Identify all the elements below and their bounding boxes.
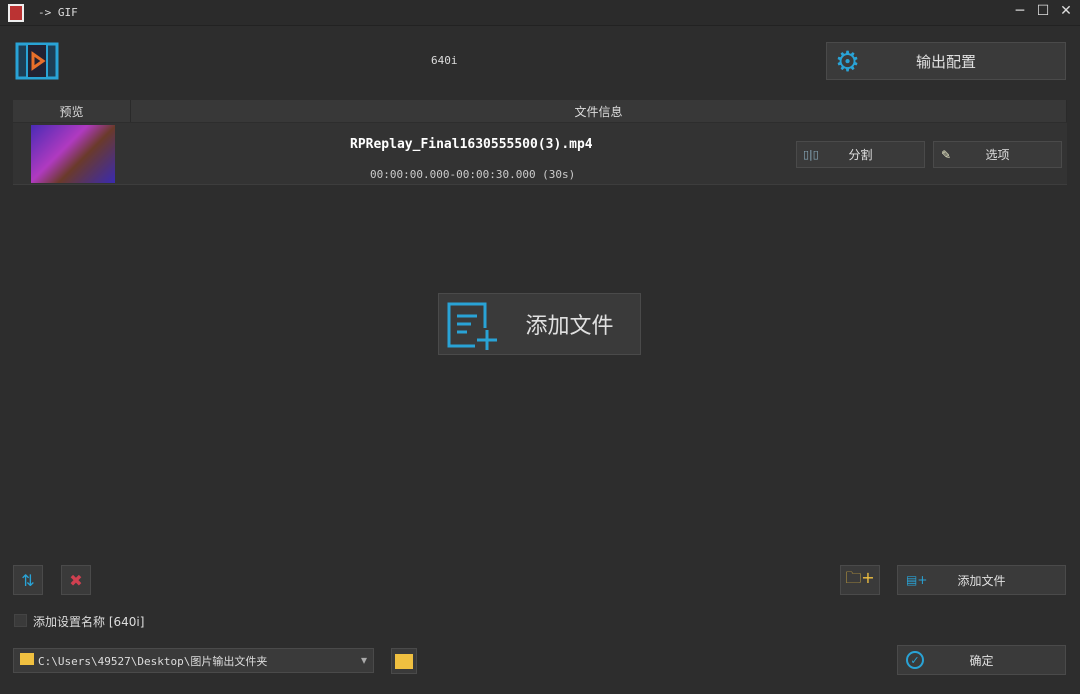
- options-button[interactable]: ✎ 选项: [933, 141, 1062, 168]
- add-file-label: 添加文件: [957, 573, 1006, 588]
- close-button[interactable]: ✕: [1056, 3, 1076, 19]
- confirm-label: 确定: [969, 653, 994, 668]
- maximize-button[interactable]: ☐: [1033, 3, 1053, 19]
- add-file-icon: [447, 302, 497, 350]
- output-config-label: 输出配置: [915, 52, 976, 71]
- minimize-button[interactable]: ─: [1010, 3, 1030, 19]
- table-header: 预览 文件信息: [13, 100, 1067, 122]
- add-file-center-button[interactable]: 添加文件: [438, 293, 641, 355]
- folder-icon: [20, 653, 34, 665]
- video-icon: [15, 42, 59, 80]
- chevron-down-icon: ▾: [360, 653, 367, 667]
- browse-folder-button[interactable]: [391, 648, 417, 674]
- sort-button[interactable]: ⇅: [13, 565, 43, 595]
- split-button[interactable]: ▯|▯ 分割: [796, 141, 925, 168]
- output-path-value: C:\Users\49527\Desktop\图片输出文件夹: [38, 655, 268, 668]
- preset-name: 640i: [431, 54, 458, 67]
- add-file-center-label: 添加文件: [525, 314, 614, 339]
- add-folder-button[interactable]: 🗀+: [840, 565, 880, 595]
- add-file-small-icon: ▤+: [906, 573, 928, 587]
- file-name: RPReplay_Final1630555500(3).mp4: [350, 137, 593, 152]
- options-icon: ✎: [941, 147, 952, 162]
- video-thumbnail: [31, 125, 115, 183]
- output-config-button[interactable]: ⚙ 输出配置: [826, 42, 1066, 80]
- add-setting-name-checkbox[interactable]: [14, 614, 27, 627]
- add-folder-icon: 🗀+: [845, 567, 875, 587]
- check-circle-icon: ✓: [906, 651, 924, 669]
- title-bar: -> GIF ─ ☐ ✕: [0, 0, 1080, 26]
- add-setting-name-label: 添加设置名称 [640i]: [33, 615, 145, 629]
- gear-icon: ⚙: [835, 45, 861, 78]
- header-preview: 预览: [13, 100, 131, 122]
- sort-icon: ⇅: [21, 570, 35, 590]
- split-icon: ▯|▯: [803, 148, 819, 161]
- options-label: 选项: [985, 148, 1010, 162]
- window-title: -> GIF: [38, 6, 78, 19]
- remove-icon: ✖: [69, 570, 83, 590]
- output-path-select[interactable]: C:\Users\49527\Desktop\图片输出文件夹 ▾: [13, 648, 374, 673]
- header-file-info: 文件信息: [131, 100, 1067, 122]
- folder-open-icon: [395, 653, 413, 669]
- file-duration: 00:00:00.000-00:00:30.000 (30s): [370, 168, 576, 181]
- confirm-button[interactable]: ✓ 确定: [897, 645, 1066, 675]
- app-icon: [8, 4, 24, 22]
- table-row[interactable]: RPReplay_Final1630555500(3).mp4 00:00:00…: [13, 123, 1067, 185]
- remove-file-button[interactable]: ✖: [61, 565, 91, 595]
- add-file-button[interactable]: ▤+ 添加文件: [897, 565, 1066, 595]
- split-label: 分割: [848, 148, 873, 162]
